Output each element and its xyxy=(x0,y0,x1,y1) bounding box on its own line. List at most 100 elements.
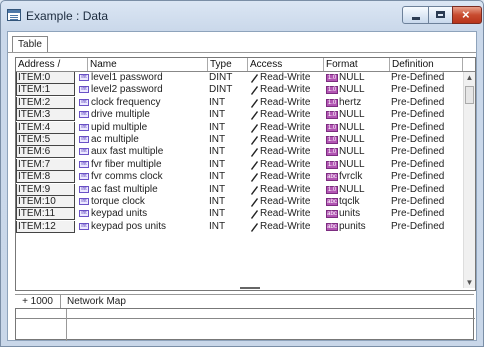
name-cell[interactable]: fvr comms clock xyxy=(91,171,163,183)
access-cell[interactable]: Read-Write xyxy=(260,171,310,183)
table-row[interactable]: ITEM:11 int keypad units INT Read-Write … xyxy=(16,208,463,221)
title-bar[interactable]: Example : Data × xyxy=(1,1,483,29)
name-cell[interactable]: keypad pos units xyxy=(91,221,166,233)
format-cell[interactable]: tqclk xyxy=(339,196,360,208)
table-row[interactable]: ITEM:8 int fvr comms clock INT Read-Writ… xyxy=(16,171,463,184)
format-cell[interactable]: fvrclk xyxy=(339,171,362,183)
format-cell[interactable]: NULL xyxy=(339,159,365,171)
definition-cell[interactable]: Pre-Defined xyxy=(391,196,444,208)
table-row[interactable]: ITEM:10 int torque clock INT Read-Write … xyxy=(16,196,463,208)
name-cell[interactable]: level2 password xyxy=(91,84,163,96)
definition-cell[interactable]: Pre-Defined xyxy=(391,109,444,121)
close-button[interactable]: × xyxy=(452,6,482,24)
network-address-toggle[interactable]: + 1000 xyxy=(15,295,61,308)
address-cell[interactable]: ITEM:7 xyxy=(16,158,75,171)
table-row[interactable]: ITEM:7 int fvr fiber multiple INT Read-W… xyxy=(16,158,463,171)
name-column-header[interactable]: Name xyxy=(88,58,208,71)
address-cell[interactable]: ITEM:11 xyxy=(16,208,75,221)
table-row[interactable]: ITEM:0 int level1 password DINT Read-Wri… xyxy=(16,72,463,84)
address-cell[interactable]: ITEM:0 xyxy=(16,72,75,84)
name-cell[interactable]: ac multiple xyxy=(91,134,139,146)
format-cell[interactable]: NULL xyxy=(339,109,365,121)
name-cell[interactable]: level1 password xyxy=(91,72,163,84)
access-cell[interactable]: Read-Write xyxy=(260,97,310,109)
access-column-header[interactable]: Access xyxy=(248,58,324,71)
access-cell[interactable]: Read-Write xyxy=(260,221,310,233)
definition-cell[interactable]: Pre-Defined xyxy=(391,146,444,158)
table-row[interactable]: ITEM:9 int ac fast multiple INT Read-Wri… xyxy=(16,183,463,196)
definition-column-header[interactable]: Definition xyxy=(390,58,463,71)
definition-cell[interactable]: Pre-Defined xyxy=(391,159,444,171)
format-cell[interactable]: NULL xyxy=(339,134,365,146)
name-cell[interactable]: keypad units xyxy=(91,208,147,220)
table-row[interactable]: ITEM:1 int level2 password DINT Read-Wri… xyxy=(16,84,463,97)
name-cell[interactable]: ac fast multiple xyxy=(91,184,158,196)
definition-cell[interactable]: Pre-Defined xyxy=(391,171,444,183)
name-cell[interactable]: torque clock xyxy=(91,196,145,208)
table-row[interactable]: ITEM:4 int upid multiple INT Read-Write … xyxy=(16,121,463,134)
table-row[interactable]: ITEM:12 int keypad pos units INT Read-Wr… xyxy=(16,220,463,233)
address-cell[interactable]: ITEM:8 xyxy=(16,171,75,184)
type-cell[interactable]: INT xyxy=(209,134,225,146)
type-cell[interactable]: INT xyxy=(209,208,225,220)
definition-cell[interactable]: Pre-Defined xyxy=(391,184,444,196)
access-cell[interactable]: Read-Write xyxy=(260,134,310,146)
access-cell[interactable]: Read-Write xyxy=(260,208,310,220)
access-cell[interactable]: Read-Write xyxy=(260,122,310,134)
table-row[interactable]: ITEM:2 int clock frequency INT Read-Writ… xyxy=(16,96,463,109)
definition-cell[interactable]: Pre-Defined xyxy=(391,221,444,233)
format-cell[interactable]: NULL xyxy=(339,72,365,84)
tab-table[interactable]: Table xyxy=(12,36,48,53)
access-cell[interactable]: Read-Write xyxy=(260,84,310,96)
definition-cell[interactable]: Pre-Defined xyxy=(391,84,444,96)
access-cell[interactable]: Read-Write xyxy=(260,146,310,158)
type-cell[interactable]: INT xyxy=(209,221,225,233)
access-cell[interactable]: Read-Write xyxy=(260,184,310,196)
type-cell[interactable]: INT xyxy=(209,184,225,196)
vertical-scrollbar[interactable]: ▲ ▼ xyxy=(463,72,475,288)
name-cell[interactable]: aux fast multiple xyxy=(91,146,163,158)
name-cell[interactable]: upid multiple xyxy=(91,122,147,134)
access-cell[interactable]: Read-Write xyxy=(260,159,310,171)
minimize-button[interactable] xyxy=(402,6,429,24)
type-cell[interactable]: INT xyxy=(209,97,225,109)
address-cell[interactable]: ITEM:5 xyxy=(16,134,75,146)
format-cell[interactable]: hertz xyxy=(339,97,361,109)
definition-cell[interactable]: Pre-Defined xyxy=(391,72,444,84)
table-row[interactable]: ITEM:5 int ac multiple INT Read-Write 1.… xyxy=(16,134,463,146)
address-cell[interactable]: ITEM:6 xyxy=(16,146,75,159)
name-cell[interactable]: clock frequency xyxy=(91,97,160,109)
access-cell[interactable]: Read-Write xyxy=(260,109,310,121)
address-column-header[interactable]: Address / xyxy=(16,58,88,71)
access-cell[interactable]: Read-Write xyxy=(260,72,310,84)
format-cell[interactable]: units xyxy=(339,208,360,220)
address-cell[interactable]: ITEM:3 xyxy=(16,109,75,122)
table-row[interactable]: ITEM:6 int aux fast multiple INT Read-Wr… xyxy=(16,146,463,159)
scroll-down-icon[interactable]: ▼ xyxy=(465,278,474,287)
format-cell[interactable]: NULL xyxy=(339,184,365,196)
address-cell[interactable]: ITEM:12 xyxy=(16,220,75,233)
type-cell[interactable]: INT xyxy=(209,159,225,171)
format-column-header[interactable]: Format xyxy=(324,58,390,71)
definition-cell[interactable]: Pre-Defined xyxy=(391,122,444,134)
scroll-up-icon[interactable]: ▲ xyxy=(465,73,474,82)
type-column-header[interactable]: Type xyxy=(208,58,248,71)
maximize-button[interactable] xyxy=(428,6,453,24)
type-cell[interactable]: INT xyxy=(209,122,225,134)
format-cell[interactable]: punits xyxy=(339,221,366,233)
scroll-thumb[interactable] xyxy=(465,86,474,104)
access-cell[interactable]: Read-Write xyxy=(260,196,310,208)
type-cell[interactable]: DINT xyxy=(209,72,232,84)
address-cell[interactable]: ITEM:10 xyxy=(16,196,75,208)
address-cell[interactable]: ITEM:9 xyxy=(16,183,75,196)
type-cell[interactable]: DINT xyxy=(209,84,232,96)
horizontal-scroll-thumb[interactable] xyxy=(240,287,260,289)
definition-cell[interactable]: Pre-Defined xyxy=(391,208,444,220)
type-cell[interactable]: INT xyxy=(209,171,225,183)
format-cell[interactable]: NULL xyxy=(339,122,365,134)
name-cell[interactable]: drive multiple xyxy=(91,109,150,121)
type-cell[interactable]: INT xyxy=(209,109,225,121)
format-cell[interactable]: NULL xyxy=(339,84,365,96)
format-cell[interactable]: NULL xyxy=(339,146,365,158)
definition-cell[interactable]: Pre-Defined xyxy=(391,134,444,146)
